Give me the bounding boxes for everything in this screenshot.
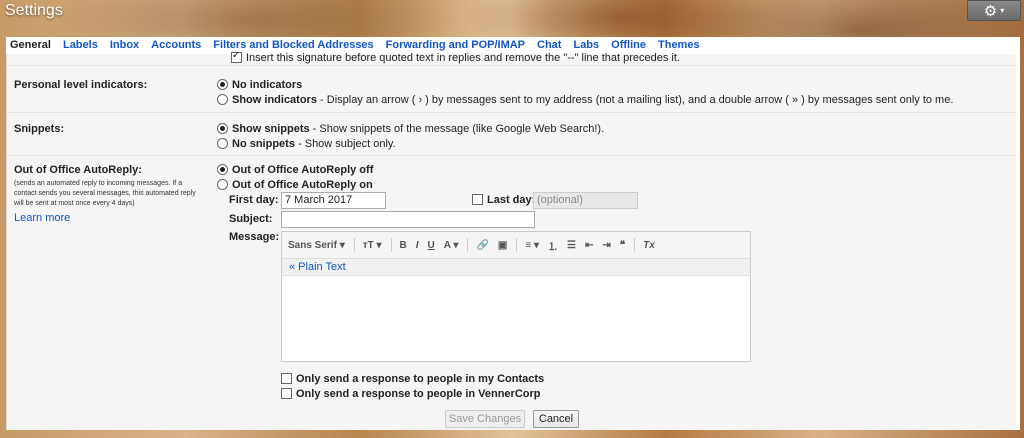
toolbar-divider	[467, 238, 469, 252]
numbered-list-icon[interactable]: ⒈	[548, 238, 558, 253]
signature-option[interactable]: Insert this signature before quoted text…	[231, 50, 680, 64]
last-day-option[interactable]: Last day:	[472, 194, 535, 206]
show-indicators-radio[interactable]	[217, 94, 228, 105]
tab-accounts[interactable]: Accounts	[151, 37, 201, 54]
show-indicators-desc: - Display an arrow ( › ) by messages sen…	[316, 94, 954, 106]
signature-note: Insert this signature before quoted text…	[246, 52, 680, 64]
show-snippets-radio[interactable]	[217, 123, 228, 134]
show-snippets-label: Show snippets	[232, 123, 310, 135]
message-label: Message:	[229, 231, 280, 243]
message-editor: Sans Serif ▾ тT ▾ B I U A ▾ 🔗 ▣ ≡ ▾ ⒈ ☰ …	[281, 231, 751, 362]
font-family-select[interactable]: Sans Serif ▾	[288, 240, 345, 251]
italic-button[interactable]: I	[416, 240, 419, 251]
contacts-only-label: Only send a response to people in my Con…	[296, 373, 545, 385]
ooo-label: Out of Office AutoReply:	[14, 164, 142, 176]
subject-input[interactable]	[281, 211, 535, 228]
bulleted-list-icon[interactable]: ☰	[567, 240, 576, 251]
clear-formatting-icon[interactable]: Tx	[643, 240, 655, 251]
bold-button[interactable]: B	[400, 240, 407, 251]
tab-inbox[interactable]: Inbox	[110, 37, 139, 54]
save-changes-button[interactable]: Save Changes	[445, 410, 525, 428]
toolbar-divider	[634, 238, 636, 252]
toolbar-divider	[353, 238, 355, 252]
first-day-label: First day:	[229, 194, 279, 206]
quote-icon[interactable]: ❝	[620, 240, 625, 251]
last-day-label: Last day:	[487, 194, 536, 206]
contacts-only-checkbox[interactable]	[281, 373, 292, 384]
font-size-select[interactable]: тT ▾	[363, 240, 382, 251]
last-day-checkbox[interactable]	[472, 194, 483, 205]
ooo-on-option[interactable]: Out of Office AutoReply on	[217, 179, 373, 191]
signature-row: Insert this signature before quoted text…	[7, 50, 1017, 66]
align-button[interactable]: ≡ ▾	[525, 240, 539, 251]
org-only-label: Only send a response to people in Venner…	[296, 388, 541, 400]
indent-less-icon[interactable]: ⇤	[585, 240, 593, 251]
underline-button[interactable]: U	[428, 240, 435, 251]
subject-label: Subject:	[229, 213, 273, 225]
image-icon[interactable]: ▣	[498, 240, 507, 251]
personal-level-label: Personal level indicators:	[14, 79, 148, 91]
show-snippets-option[interactable]: Show snippets - Show snippets of the mes…	[217, 123, 604, 135]
last-day-input[interactable]: (optional)	[533, 192, 638, 209]
org-only-option[interactable]: Only send a response to people in Venner…	[281, 388, 541, 400]
no-indicators-option[interactable]: No indicators	[217, 79, 302, 91]
settings-panel: General Labels Inbox Accounts Filters an…	[6, 37, 1020, 430]
gear-icon: ⚙	[983, 2, 998, 20]
toolbar-divider	[516, 238, 518, 252]
message-body[interactable]	[282, 276, 750, 361]
toolbar-divider	[390, 238, 392, 252]
settings-content: Insert this signature before quoted text…	[6, 50, 1017, 430]
learn-more-link[interactable]: Learn more	[14, 212, 70, 224]
link-icon[interactable]: 🔗	[476, 240, 488, 251]
no-indicators-radio[interactable]	[217, 79, 228, 90]
show-indicators-label: Show indicators	[232, 94, 317, 106]
chevron-down-icon: ▾	[1000, 6, 1005, 15]
text-color-button[interactable]: A ▾	[444, 240, 459, 251]
tab-general[interactable]: General	[10, 37, 51, 54]
personal-level-row: Personal level indicators: No indicators…	[7, 66, 1017, 113]
page-title: Settings	[5, 2, 63, 19]
plain-text-bar: « Plain Text	[282, 259, 750, 276]
plain-text-link[interactable]: « Plain Text	[289, 261, 346, 273]
show-indicators-option[interactable]: Show indicators - Display an arrow ( › )…	[217, 94, 953, 106]
signature-checkbox[interactable]	[231, 50, 242, 63]
cancel-button[interactable]: Cancel	[533, 410, 579, 428]
ooo-on-label: Out of Office AutoReply on	[232, 179, 373, 191]
contacts-only-option[interactable]: Only send a response to people in my Con…	[281, 373, 544, 385]
first-day-input[interactable]: 7 March 2017	[281, 192, 386, 209]
ooo-description: (sends an automated reply to incoming me…	[14, 180, 196, 207]
settings-menu-button[interactable]: ⚙ ▾	[967, 0, 1021, 21]
snippets-label: Snippets:	[14, 123, 65, 135]
settings-header: Settings ⚙ ▾	[0, 0, 1024, 37]
editor-toolbar: Sans Serif ▾ тT ▾ B I U A ▾ 🔗 ▣ ≡ ▾ ⒈ ☰ …	[282, 232, 750, 259]
ooo-off-label: Out of Office AutoReply off	[232, 164, 374, 176]
ooo-off-radio[interactable]	[217, 164, 228, 175]
ooo-on-radio[interactable]	[217, 179, 228, 190]
ooo-off-option[interactable]: Out of Office AutoReply off	[217, 164, 373, 176]
no-indicators-label: No indicators	[232, 79, 303, 91]
tab-labels[interactable]: Labels	[63, 37, 98, 54]
no-snippets-option[interactable]: No snippets - Show subject only.	[217, 138, 396, 150]
no-snippets-desc: - Show subject only.	[294, 138, 396, 150]
indent-more-icon[interactable]: ⇥	[602, 240, 610, 251]
no-snippets-label: No snippets	[232, 138, 295, 150]
snippets-row: Snippets: Show snippets - Show snippets …	[7, 113, 1017, 156]
no-snippets-radio[interactable]	[217, 138, 228, 149]
show-snippets-desc: - Show snippets of the message (like Goo…	[309, 123, 605, 135]
org-only-checkbox[interactable]	[281, 388, 292, 399]
